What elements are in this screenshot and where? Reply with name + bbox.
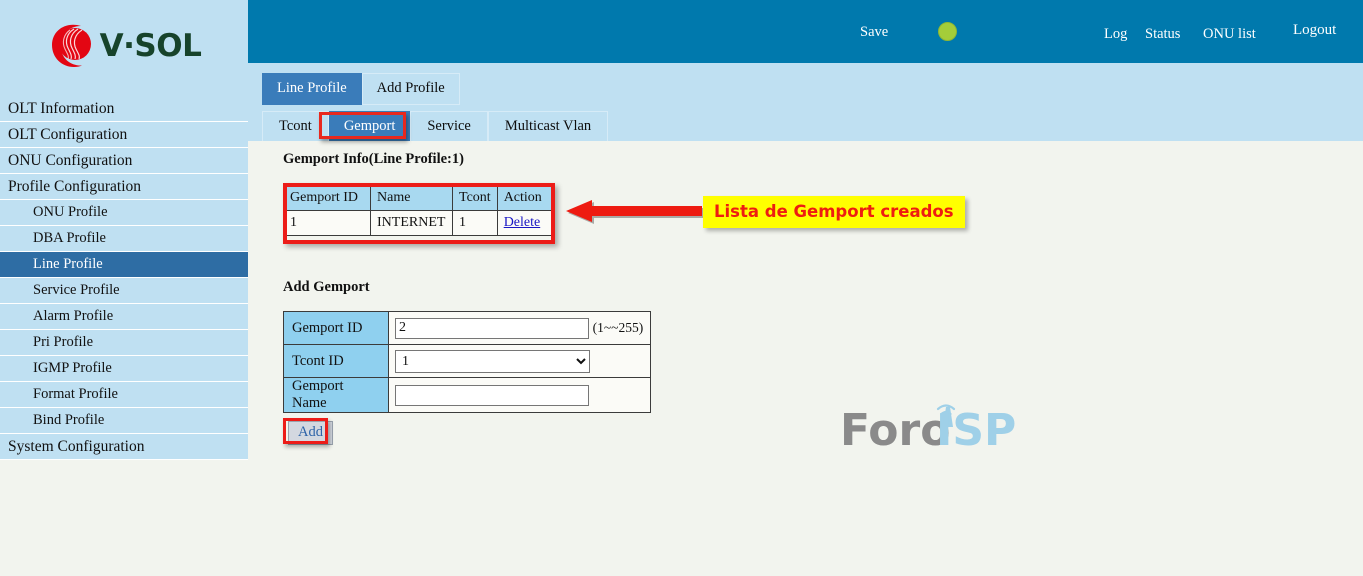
logout-button[interactable]: Logout — [1293, 22, 1336, 39]
header-link-onu-list[interactable]: ONU list — [1203, 26, 1256, 43]
field-gemport-id: (1~~255) — [388, 311, 651, 345]
foroisp-watermark: Foro ISP — [840, 404, 1016, 455]
column-header-gemport-id: Gemport ID — [283, 185, 371, 211]
sidebar-item-bind-profile[interactable]: Bind Profile — [0, 408, 248, 434]
field-gemport-name — [388, 377, 651, 413]
sidebar-item-pri-profile[interactable]: Pri Profile — [0, 330, 248, 356]
cell-action: Delete — [496, 210, 554, 236]
vsol-swirl-logo-icon — [51, 24, 91, 67]
cell-gemport-id: 1 — [283, 210, 371, 236]
gemport-info-title: Gemport Info(Line Profile:1) — [283, 151, 464, 167]
column-header-name: Name — [370, 185, 453, 211]
add-gemport-form: Gemport ID (1~~255) Tcont ID 1 Gemp — [283, 311, 651, 413]
header-link-log[interactable]: Log — [1104, 26, 1127, 43]
sidebar-item-onu-profile[interactable]: ONU Profile — [0, 200, 248, 226]
field-tcont-id: 1 — [388, 344, 651, 378]
tcont-id-select[interactable]: 1 — [395, 349, 590, 373]
gemport-id-input[interactable] — [395, 317, 589, 339]
sidebar-item-onu-configuration[interactable]: ONU Configuration — [0, 148, 248, 174]
brand-logo-panel: V·SOL — [0, 0, 248, 96]
gemport-name-input[interactable] — [395, 384, 589, 406]
sidebar-item-format-profile[interactable]: Format Profile — [0, 382, 248, 408]
sidebar-item-olt-configuration[interactable]: OLT Configuration — [0, 122, 248, 148]
tab-add-profile[interactable]: Add Profile — [361, 73, 460, 105]
sidebar-item-igmp-profile[interactable]: IGMP Profile — [0, 356, 248, 382]
cell-name: INTERNET — [370, 210, 453, 236]
brand-name: V·SOL — [99, 28, 202, 64]
sidebar-item-dba-profile[interactable]: DBA Profile — [0, 226, 248, 252]
tab-line-profile[interactable]: Line Profile — [262, 73, 362, 105]
tab-tcont[interactable]: Tcont — [262, 111, 329, 143]
form-row-gemport-id: Gemport ID (1~~255) — [283, 311, 651, 345]
annotation-label: Lista de Gemport creados — [703, 196, 965, 228]
cell-tcont: 1 — [452, 210, 498, 236]
label-gemport-name: Gemport Name — [283, 377, 389, 413]
top-header-bar: Save Log Status ONU list Logout — [248, 0, 1363, 63]
sidebar-item-alarm-profile[interactable]: Alarm Profile — [0, 304, 248, 330]
secondary-tabs: Tcont Gemport Service Multicast Vlan — [262, 111, 609, 143]
status-indicator-dot — [938, 22, 957, 41]
watermark-isp-text: ISP — [936, 405, 1016, 455]
page-root: V·SOL Save Log Status ONU list Logout Li… — [0, 0, 1363, 576]
form-row-gemport-name: Gemport Name — [283, 377, 651, 413]
sidebar-item-olt-information[interactable]: OLT Information — [0, 96, 248, 122]
add-gemport-title: Add Gemport — [283, 279, 370, 295]
column-header-action: Action — [496, 185, 554, 211]
gemport-info-table: Gemport ID Name Tcont Action 1 INTERNET … — [283, 185, 554, 236]
delete-link[interactable]: Delete — [504, 215, 541, 230]
column-header-tcont: Tcont — [452, 185, 498, 211]
form-row-tcont-id: Tcont ID 1 — [283, 344, 651, 378]
sidebar-item-system-configuration[interactable]: System Configuration — [0, 434, 248, 460]
tab-band: Line Profile Add Profile Tcont Gemport S… — [248, 63, 1363, 143]
primary-tabs: Line Profile Add Profile — [262, 73, 460, 105]
sidebar-item-line-profile[interactable]: Line Profile — [0, 252, 248, 278]
sidebar-nav: OLT Information OLT Configuration ONU Co… — [0, 96, 248, 460]
save-button[interactable]: Save — [860, 24, 888, 41]
gemport-id-hint: (1~~255) — [592, 319, 644, 335]
tab-service[interactable]: Service — [410, 111, 488, 143]
add-button[interactable]: Add — [288, 421, 333, 445]
label-gemport-id: Gemport ID — [283, 311, 389, 345]
annotation-arrow-icon — [566, 200, 704, 224]
tab-multicast-vlan[interactable]: Multicast Vlan — [487, 111, 609, 143]
sidebar-item-service-profile[interactable]: Service Profile — [0, 278, 248, 304]
tab-gemport[interactable]: Gemport — [328, 111, 411, 143]
sidebar-item-profile-configuration[interactable]: Profile Configuration — [0, 174, 248, 200]
table-row: 1 INTERNET 1 Delete — [283, 210, 554, 236]
header-link-status[interactable]: Status — [1145, 26, 1180, 43]
watermark-foro-text: Foro — [840, 405, 950, 455]
table-header-row: Gemport ID Name Tcont Action — [283, 185, 554, 211]
signal-tower-icon — [936, 404, 956, 427]
label-tcont-id: Tcont ID — [283, 344, 389, 378]
